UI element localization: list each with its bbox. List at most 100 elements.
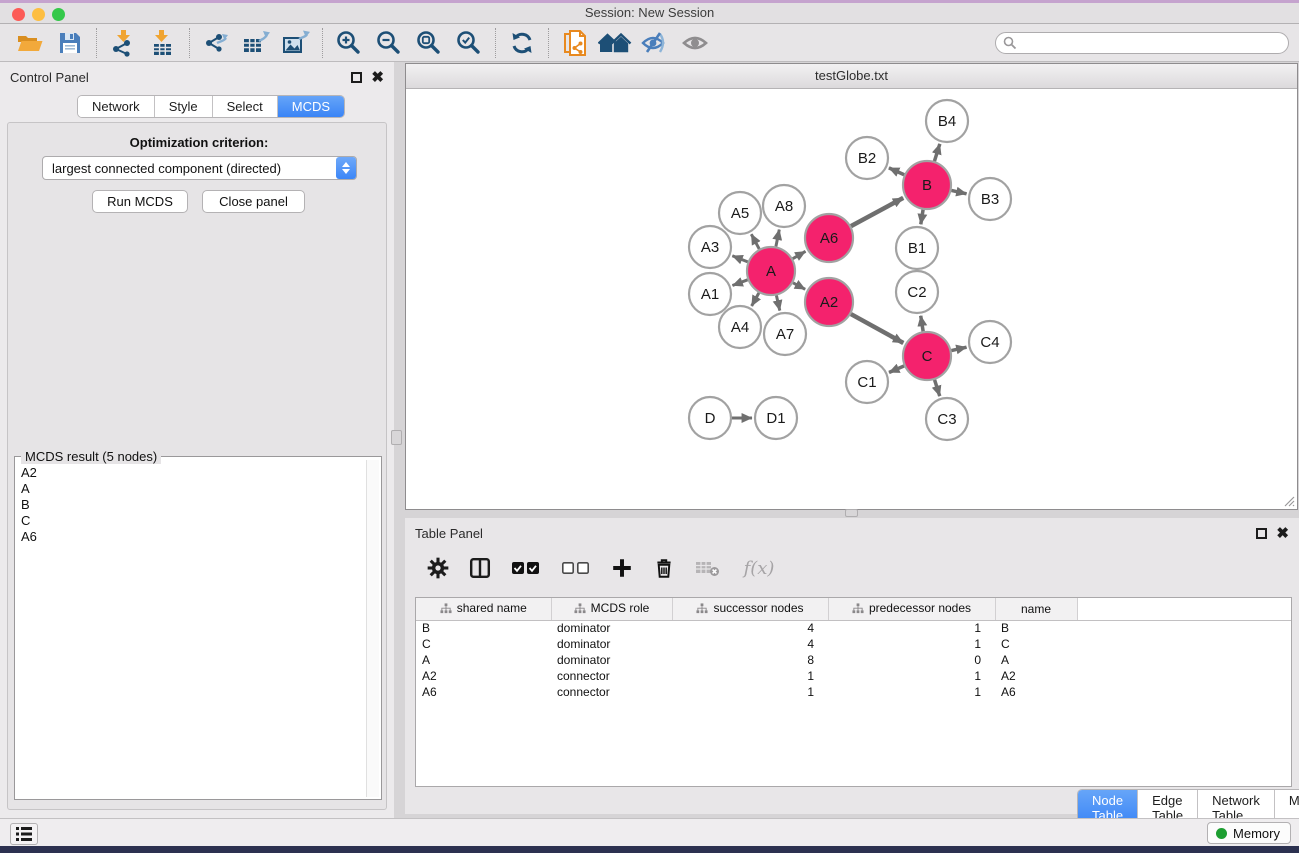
close-window-button[interactable] xyxy=(12,8,25,21)
zoom-in-button[interactable] xyxy=(329,27,369,59)
table-cell[interactable]: A6 xyxy=(416,684,551,700)
task-history-button[interactable] xyxy=(10,823,38,845)
table-cell[interactable]: 4 xyxy=(672,636,828,652)
table-split-view-button[interactable] xyxy=(467,555,493,581)
edge-A-A6[interactable] xyxy=(793,251,806,258)
mcds-result-item[interactable]: B xyxy=(17,497,365,513)
table-cell[interactable]: A2 xyxy=(416,668,551,684)
table-cell[interactable]: connector xyxy=(551,684,672,700)
close-panel-icon[interactable]: ✖ xyxy=(371,72,384,83)
table-row[interactable]: A2connector11A2 xyxy=(416,668,1292,684)
tab-style[interactable]: Style xyxy=(155,96,213,117)
network-window-titlebar[interactable]: testGlobe.txt xyxy=(406,64,1297,89)
node-D1[interactable]: D1 xyxy=(755,397,797,439)
column-header-MCDS-role[interactable]: MCDS role xyxy=(551,598,672,620)
save-session-button[interactable] xyxy=(50,27,90,59)
edge-A-A3[interactable] xyxy=(732,256,747,262)
apply-function-button[interactable]: f(x) xyxy=(739,555,779,581)
node-A2[interactable]: A2 xyxy=(805,278,853,326)
table-cell[interactable]: dominator xyxy=(551,620,672,636)
table-cell[interactable]: 1 xyxy=(672,684,828,700)
table-cell[interactable]: 1 xyxy=(828,684,995,700)
edge-B-B2[interactable] xyxy=(889,168,904,175)
first-neighbors-button[interactable] xyxy=(595,27,635,59)
hide-selected-button[interactable] xyxy=(635,27,675,59)
mcds-result-item[interactable]: A6 xyxy=(17,529,365,545)
tab-mcds[interactable]: MCDS xyxy=(278,96,344,117)
tab-select[interactable]: Select xyxy=(213,96,278,117)
table-cell[interactable]: 1 xyxy=(828,668,995,684)
node-A6[interactable]: A6 xyxy=(805,214,853,262)
zoom-selected-button[interactable] xyxy=(449,27,489,59)
minimize-window-button[interactable] xyxy=(32,8,45,21)
import-network-button[interactable] xyxy=(103,27,143,59)
table-cell[interactable]: 1 xyxy=(828,636,995,652)
float-table-panel-icon[interactable] xyxy=(1256,528,1267,539)
edge-B-B1[interactable] xyxy=(921,210,923,225)
table-cell[interactable]: 1 xyxy=(828,620,995,636)
deselect-all-columns-button[interactable] xyxy=(559,555,593,581)
zoom-window-button[interactable] xyxy=(52,8,65,21)
node-C3[interactable]: C3 xyxy=(926,398,968,440)
node-B4[interactable]: B4 xyxy=(926,100,968,142)
table-settings-button[interactable] xyxy=(425,555,451,581)
edge-A-A8[interactable] xyxy=(776,230,779,247)
node-D[interactable]: D xyxy=(689,397,731,439)
table-cell[interactable]: A xyxy=(416,652,551,668)
mcds-result-item[interactable]: C xyxy=(17,513,365,529)
export-image-button[interactable] xyxy=(276,27,316,59)
table-cell[interactable]: A6 xyxy=(995,684,1077,700)
delete-table-button[interactable] xyxy=(693,555,723,581)
edge-C-C1[interactable] xyxy=(889,366,904,373)
delete-column-button[interactable] xyxy=(651,555,677,581)
node-C[interactable]: C xyxy=(903,332,951,380)
export-network-button[interactable] xyxy=(196,27,236,59)
zoom-view-button[interactable] xyxy=(458,70,471,83)
table-cell[interactable]: 8 xyxy=(672,652,828,668)
minimize-view-button[interactable] xyxy=(439,70,452,83)
node-A1[interactable]: A1 xyxy=(689,273,731,315)
export-table-button[interactable] xyxy=(236,27,276,59)
table-cell[interactable]: 0 xyxy=(828,652,995,668)
vertical-splitter-grip[interactable] xyxy=(391,430,402,445)
edge-B-B4[interactable] xyxy=(934,144,939,161)
node-A4[interactable]: A4 xyxy=(719,306,761,348)
edge-A-A1[interactable] xyxy=(732,280,747,286)
edge-A-A7[interactable] xyxy=(776,295,779,310)
search-input[interactable] xyxy=(995,32,1289,54)
table-cell[interactable]: B xyxy=(416,620,551,636)
node-C1[interactable]: C1 xyxy=(846,361,888,403)
network-canvas[interactable]: B4B2BB3A8A5A6A3B1AA1C2A2A4A7C4CC1C3DD1 xyxy=(406,89,1297,509)
optimization-criterion-select[interactable]: largest connected component (directed) xyxy=(42,156,357,180)
edge-A-A5[interactable] xyxy=(751,234,759,249)
table-cell[interactable]: C xyxy=(995,636,1077,652)
edge-A-A4[interactable] xyxy=(752,293,759,306)
column-header-predecessor-nodes[interactable]: predecessor nodes xyxy=(828,598,995,620)
table-cell[interactable]: B xyxy=(995,620,1077,636)
node-B1[interactable]: B1 xyxy=(896,227,938,269)
edge-C-C4[interactable] xyxy=(951,347,966,350)
select-all-columns-button[interactable] xyxy=(509,555,543,581)
node-B3[interactable]: B3 xyxy=(969,178,1011,220)
edge-A-A2[interactable] xyxy=(793,283,805,289)
horizontal-splitter-grip[interactable] xyxy=(845,509,858,517)
table-row[interactable]: Adominator80A xyxy=(416,652,1292,668)
close-table-panel-icon[interactable]: ✖ xyxy=(1276,528,1289,539)
table-cell[interactable]: 1 xyxy=(672,668,828,684)
table-cell[interactable]: A xyxy=(995,652,1077,668)
close-panel-button[interactable]: Close panel xyxy=(202,190,305,213)
column-header-shared-name[interactable]: shared name xyxy=(416,598,551,620)
node-A5[interactable]: A5 xyxy=(719,192,761,234)
refresh-button[interactable] xyxy=(502,27,542,59)
window-resize-corner[interactable] xyxy=(1283,495,1295,507)
node-A3[interactable]: A3 xyxy=(689,226,731,268)
table-row[interactable]: Cdominator41C xyxy=(416,636,1292,652)
table-cell[interactable]: dominator xyxy=(551,636,672,652)
node-A7[interactable]: A7 xyxy=(764,313,806,355)
node-C2[interactable]: C2 xyxy=(896,271,938,313)
node-C4[interactable]: C4 xyxy=(969,321,1011,363)
open-file-button[interactable] xyxy=(10,27,50,59)
copy-network-button[interactable] xyxy=(555,27,595,59)
edge-A6-B[interactable] xyxy=(851,198,903,226)
show-all-button[interactable] xyxy=(675,27,715,59)
